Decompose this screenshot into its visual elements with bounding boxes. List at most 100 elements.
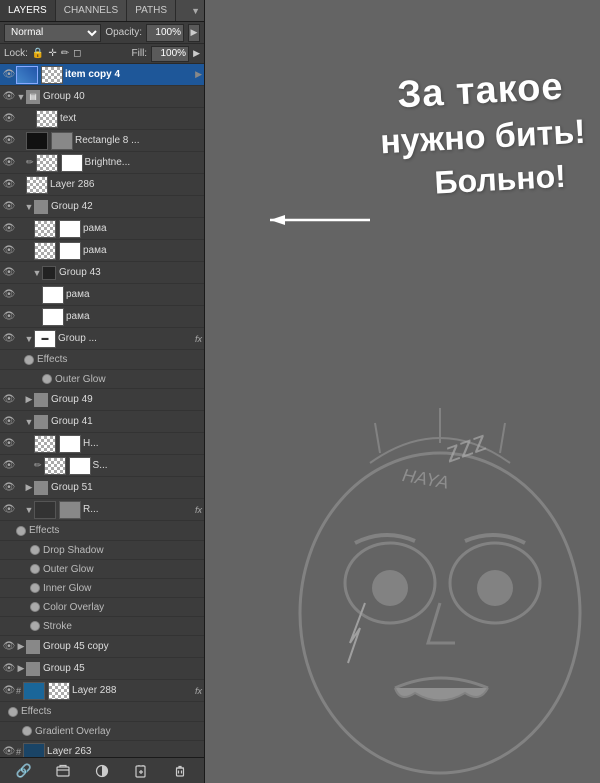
eye-icon-0[interactable]: 👁: [2, 69, 16, 80]
fx-badge-12: fx: [195, 334, 202, 344]
eye-icon-17[interactable]: 👁: [2, 438, 16, 449]
eye-icon-4[interactable]: 👁: [2, 157, 16, 168]
fill-input[interactable]: [151, 46, 189, 62]
layer-row-group41[interactable]: 👁 ▼ Group 41: [0, 411, 204, 433]
layer-row-item-copy-4[interactable]: 👁 item copy 4 ▶: [0, 64, 204, 86]
triangle-20[interactable]: ▼: [24, 505, 34, 515]
eye-icon-28[interactable]: 👁: [2, 663, 16, 674]
eye-icon-19[interactable]: 👁: [2, 482, 16, 493]
eye-icon-11[interactable]: 👁: [2, 311, 16, 322]
eye-dot-gradientoverlay[interactable]: [22, 726, 32, 736]
eye-icon-2[interactable]: 👁: [2, 113, 16, 124]
tab-paths[interactable]: PATHS: [127, 0, 176, 21]
layer-row-layer286[interactable]: 👁 Layer 286: [0, 174, 204, 196]
triangle-9[interactable]: ▼: [32, 268, 42, 278]
eye-icon-12[interactable]: 👁: [2, 333, 16, 344]
triangle-6[interactable]: ▼: [24, 202, 34, 212]
effect-gradient-overlay[interactable]: Gradient Overlay: [0, 722, 204, 741]
layer-row-group45copy[interactable]: 👁 ▶ Group 45 copy: [0, 636, 204, 658]
adjustment-button[interactable]: [91, 761, 113, 781]
panel-collapse[interactable]: ▼: [187, 0, 204, 21]
triangle-27[interactable]: ▶: [16, 641, 26, 652]
layer-row-layer288[interactable]: 👁 # Layer 288 fx: [0, 680, 204, 702]
eye-dot-effects2[interactable]: [16, 526, 26, 536]
layers-list[interactable]: 👁 item copy 4 ▶ 👁 ▼ ▤ Group 40 👁 text 👁: [0, 64, 204, 757]
eye-icon-7[interactable]: 👁: [2, 223, 16, 234]
layer-row-s[interactable]: 👁 ✏ S...: [0, 455, 204, 477]
triangle-28[interactable]: ▶: [16, 663, 26, 674]
thumb-10: [42, 286, 64, 304]
layer-row-rama1[interactable]: 👁 рама: [0, 218, 204, 240]
eye-icon-27[interactable]: 👁: [2, 641, 16, 652]
eye-icon-16[interactable]: 👁: [2, 416, 16, 427]
eye-icon-1[interactable]: 👁: [2, 91, 16, 102]
eye-icon-3[interactable]: 👁: [2, 135, 16, 146]
opacity-input[interactable]: [146, 24, 184, 42]
layer-row-rama3[interactable]: 👁 рама: [0, 284, 204, 306]
eye-dot-effects3[interactable]: [8, 707, 18, 717]
layer-row-brightne[interactable]: 👁 ✏ Brightne...: [0, 152, 204, 174]
effect-name-stroke: Stroke: [43, 621, 202, 632]
lock-icon[interactable]: 🔒: [32, 48, 44, 59]
triangle-1[interactable]: ▼: [16, 92, 26, 102]
eye-icon-32[interactable]: 👁: [2, 746, 16, 757]
effects-header-row2[interactable]: Effects: [0, 521, 204, 541]
eye-icon-6[interactable]: 👁: [2, 201, 16, 212]
new-layer-button[interactable]: [130, 761, 152, 781]
layer-row-group45[interactable]: 👁 ▶ Group 45: [0, 658, 204, 680]
layer-row-group43[interactable]: 👁 ▼ Group 43: [0, 262, 204, 284]
layer-row-h[interactable]: 👁 H...: [0, 433, 204, 455]
effect-outer-glow[interactable]: Outer Glow: [0, 370, 204, 389]
layer-row-group40[interactable]: 👁 ▼ ▤ Group 40: [0, 86, 204, 108]
layer-row-text[interactable]: 👁 text: [0, 108, 204, 130]
effect-inner-glow[interactable]: Inner Glow: [0, 579, 204, 598]
layer-row-rect8[interactable]: 👁 Rectangle 8 ...: [0, 130, 204, 152]
layer-row-group51[interactable]: 👁 ▶ Group 51: [0, 477, 204, 499]
new-group-button[interactable]: [52, 761, 74, 781]
eye-dot-outerglow[interactable]: [42, 374, 52, 384]
eye-icon-9[interactable]: 👁: [2, 267, 16, 278]
effect-stroke[interactable]: Stroke: [0, 617, 204, 636]
eye-dot-dropshadow[interactable]: [30, 545, 40, 555]
layer-row-group49[interactable]: 👁 ▶ Group 49: [0, 389, 204, 411]
eye-icon-15[interactable]: 👁: [2, 394, 16, 405]
triangle-15[interactable]: ▶: [24, 394, 34, 405]
opacity-arrow[interactable]: ▶: [188, 24, 200, 42]
pixel-icon[interactable]: ◻: [73, 48, 81, 59]
eye-icon-18[interactable]: 👁: [2, 460, 16, 471]
thumb-32: [23, 743, 45, 758]
triangle-19[interactable]: ▶: [24, 482, 34, 493]
eye-icon-5[interactable]: 👁: [2, 179, 16, 190]
eye-icon-8[interactable]: 👁: [2, 245, 16, 256]
layer-row-rama4[interactable]: 👁 рама: [0, 306, 204, 328]
eye-dot-effects[interactable]: [24, 355, 34, 365]
effects-header-row3[interactable]: Effects: [0, 702, 204, 722]
brush-icon[interactable]: ✏: [61, 48, 69, 59]
effects-header-row[interactable]: Effects: [0, 350, 204, 370]
layer-row-rfx[interactable]: 👁 ▼ R... fx: [0, 499, 204, 521]
eye-dot-stroke[interactable]: [30, 621, 40, 631]
special-icon-29: #: [16, 686, 21, 696]
triangle-12[interactable]: ▼: [24, 334, 34, 344]
eye-dot-innerglow[interactable]: [30, 583, 40, 593]
eye-icon-29[interactable]: 👁: [2, 685, 16, 696]
effect-drop-shadow[interactable]: Drop Shadow: [0, 541, 204, 560]
tab-layers[interactable]: LAYERS: [0, 0, 56, 21]
layer-row-layer263[interactable]: 👁 # Layer 263: [0, 741, 204, 757]
effect-color-overlay[interactable]: Color Overlay: [0, 598, 204, 617]
triangle-16[interactable]: ▼: [24, 417, 34, 427]
eye-dot-outerglow2[interactable]: [30, 564, 40, 574]
eye-icon-20[interactable]: 👁: [2, 504, 16, 515]
effect-outer-glow2[interactable]: Outer Glow: [0, 560, 204, 579]
move-icon[interactable]: ✛: [48, 48, 56, 59]
layer-row-rama2[interactable]: 👁 рама: [0, 240, 204, 262]
blend-mode-select[interactable]: Normal: [4, 24, 101, 42]
eye-icon-10[interactable]: 👁: [2, 289, 16, 300]
layer-row-groupfx[interactable]: 👁 ▼ ▬ Group ... fx: [0, 328, 204, 350]
layer-row-group42[interactable]: 👁 ▼ Group 42: [0, 196, 204, 218]
link-button[interactable]: 🔗: [13, 761, 35, 781]
fill-arrow[interactable]: ▶: [193, 48, 200, 59]
delete-button[interactable]: [169, 761, 191, 781]
tab-channels[interactable]: CHANNELS: [56, 0, 127, 21]
eye-dot-coloroverlay[interactable]: [30, 602, 40, 612]
